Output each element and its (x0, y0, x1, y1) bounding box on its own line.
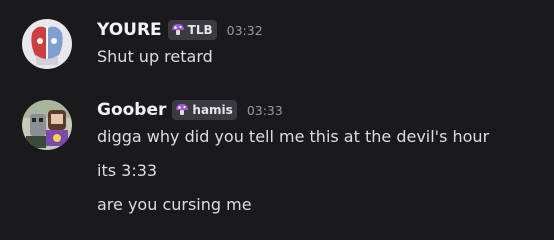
username[interactable]: Goober (97, 100, 166, 120)
avatar-image (22, 19, 72, 69)
clan-tag-label: TLB (187, 23, 213, 37)
mushroom-icon (171, 24, 184, 35)
message-text: Shut up retard (97, 47, 213, 66)
message-header: Goober hamis 03:33 (97, 100, 283, 120)
avatar[interactable] (22, 100, 72, 150)
mushroom-icon (176, 104, 189, 115)
timestamp[interactable]: 03:32 (227, 23, 263, 38)
message-text: digga why did you tell me this at the de… (97, 127, 490, 146)
clan-tag[interactable]: TLB (167, 20, 217, 40)
avatar-image (22, 100, 72, 150)
message-text: are you cursing me (97, 195, 252, 214)
username[interactable]: YOURE (97, 20, 162, 40)
message-text: its 3:33 (97, 161, 158, 180)
timestamp[interactable]: 03:33 (247, 103, 283, 118)
clan-tag-label: hamis (192, 103, 233, 117)
message-goober: Goober hamis 03:33 digga why did you tel… (0, 90, 554, 240)
clan-tag[interactable]: hamis (172, 100, 237, 120)
avatar[interactable] (22, 19, 72, 69)
message-youre: YOURE TLB 03:32 Shut up retard (0, 0, 554, 80)
message-header: YOURE TLB 03:32 (97, 20, 263, 40)
